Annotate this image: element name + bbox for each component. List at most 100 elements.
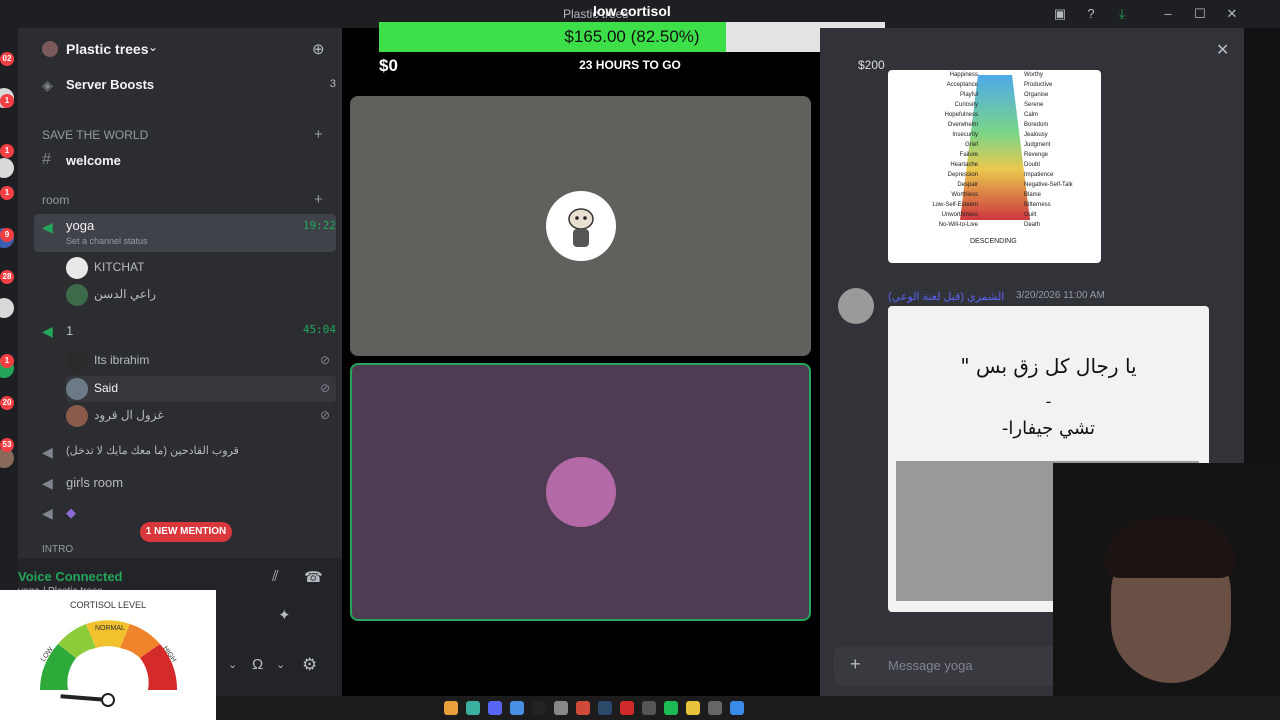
- emotion-word: Calm: [1024, 112, 1039, 118]
- emotion-word: Death: [1024, 222, 1041, 228]
- help-icon[interactable]: ?: [1083, 6, 1099, 22]
- rail-badge: 28: [0, 270, 14, 284]
- emotion-scale-image[interactable]: Happiness Acceptance Playful Curiosity Hopef…: [888, 70, 1101, 263]
- disconnect-icon[interactable]: ☎: [304, 568, 323, 586]
- app-icon[interactable]: [554, 701, 568, 715]
- emotion-word: Depression: [947, 172, 978, 178]
- channel-1[interactable]: ◀ 1 45:04: [34, 318, 336, 344]
- gear-icon[interactable]: ⚙: [302, 655, 317, 675]
- server-icon[interactable]: [0, 298, 14, 318]
- chevron-down-icon: ⌄: [148, 40, 159, 54]
- avatar[interactable]: [838, 288, 874, 324]
- chevron-down-icon[interactable]: ⌄: [276, 658, 285, 671]
- app-icon[interactable]: [642, 701, 656, 715]
- video-tile[interactable]: [350, 96, 811, 356]
- boosts-count: 3: [329, 78, 336, 90]
- chevron-down-icon[interactable]: ⌄: [228, 658, 237, 671]
- channel-arabic[interactable]: ◀ قروب القادحين (ما معك مايك لا تدخل): [34, 439, 336, 465]
- speaker-icon: ◀: [42, 505, 53, 521]
- discord-icon[interactable]: [488, 701, 502, 715]
- voice-user-name: راعي الدسن: [94, 287, 157, 301]
- spotify-icon[interactable]: [664, 701, 678, 715]
- speaker-icon: ◀: [42, 219, 53, 235]
- emotion-word: Impatience: [1024, 172, 1054, 178]
- emotion-word: Despair: [957, 182, 978, 188]
- chrome-icon[interactable]: [444, 701, 458, 715]
- app-icon[interactable]: [576, 701, 590, 715]
- voice-user[interactable]: KITCHAT: [66, 255, 336, 281]
- channel-welcome[interactable]: # welcome: [34, 148, 336, 174]
- headphones-icon[interactable]: Ω: [252, 656, 263, 673]
- message-author[interactable]: الشمري (قبل لعنة الوعي): [888, 290, 1004, 303]
- avatar: [66, 257, 88, 279]
- goal-time-left: 23 HOURS TO GO: [579, 58, 681, 72]
- steam-icon[interactable]: [598, 701, 612, 715]
- emotion-word: Jealousy: [1024, 132, 1048, 138]
- voice-user[interactable]: غزول ال قرود ⊘: [66, 403, 336, 429]
- add-member-icon[interactable]: ⊕: [312, 40, 325, 58]
- webcam-hair: [1105, 518, 1235, 578]
- boost-icon: ◈: [42, 77, 53, 93]
- emotion-word: Productive: [1024, 82, 1053, 88]
- app-icon[interactable]: [510, 701, 524, 715]
- minimize-icon[interactable]: –: [1160, 6, 1176, 22]
- goal-target: $200: [858, 58, 885, 72]
- taskbar: [216, 696, 1280, 720]
- voice-user-name: غزول ال قرود: [94, 408, 164, 422]
- emotion-word: Unworthiness: [941, 212, 978, 218]
- voice-user-name: Its ibrahim: [94, 353, 150, 367]
- windows-icon[interactable]: [730, 701, 744, 715]
- soundboard-icon[interactable]: ✦: [278, 606, 291, 624]
- folder-icon[interactable]: [686, 701, 700, 715]
- search-icon[interactable]: [708, 701, 722, 715]
- channel-label: قروب القادحين (ما معك مايك لا تدخل): [66, 445, 239, 457]
- rail-badge: 9: [0, 228, 14, 242]
- download-icon[interactable]: ⤓: [1114, 6, 1130, 22]
- channel-yoga[interactable]: ◀ yoga 19:22 Set a channel status: [34, 214, 336, 252]
- emotion-word: Curiosity: [954, 102, 978, 108]
- category-intro[interactable]: INTRO: [42, 544, 73, 555]
- emotion-word: Insecurity: [952, 132, 978, 138]
- server-name: Plastic trees: [66, 41, 149, 57]
- channel-status[interactable]: Set a channel status: [66, 236, 148, 246]
- category-save-the-world[interactable]: SAVE THE WORLD: [42, 128, 148, 142]
- close-window-icon[interactable]: ✕: [1224, 6, 1240, 22]
- channel-label: 1: [66, 323, 74, 338]
- hash-icon: #: [42, 151, 51, 168]
- voice-user[interactable]: راعي الدسن: [66, 282, 336, 308]
- app-icon[interactable]: [466, 701, 480, 715]
- emotion-word: Serene: [1024, 102, 1044, 108]
- emotion-words-left: Happiness Acceptance Playful Curiosity Hopef…: [890, 70, 978, 230]
- channel-timer: 45:04: [302, 323, 336, 336]
- add-channel-icon[interactable]: +: [314, 191, 323, 208]
- voice-user[interactable]: Its ibrahim ⊘: [66, 348, 336, 374]
- add-channel-icon[interactable]: +: [314, 126, 323, 143]
- add-attachment-icon[interactable]: +: [850, 654, 861, 675]
- close-icon[interactable]: ✕: [1216, 40, 1229, 60]
- app-icon[interactable]: [620, 701, 634, 715]
- noise-suppression-icon[interactable]: ⫽: [272, 568, 279, 585]
- app-root: Plastic trees ▣ ? ⤓ – ☐ ✕ 02 1 1 1 9 28 …: [0, 0, 1280, 720]
- message-input[interactable]: Message yoga: [888, 658, 973, 673]
- emotion-word: Guilt: [1024, 212, 1037, 218]
- deafened-icon: ⊘: [319, 381, 330, 395]
- avatar: [546, 191, 616, 261]
- emotion-words-right: Worthy Productive Organise Serene Calm Boredo…: [1024, 70, 1100, 230]
- tiktok-icon[interactable]: [532, 701, 546, 715]
- stage-area: $165.00 (82.50%) $0 23 HOURS TO GO: [342, 22, 885, 720]
- rail-badge: 02: [0, 52, 14, 66]
- video-tile-speaking[interactable]: [350, 363, 811, 621]
- maximize-icon[interactable]: ☐: [1192, 6, 1208, 22]
- category-room[interactable]: room: [42, 193, 69, 207]
- rail-badge: 1: [0, 186, 14, 200]
- server-boosts-row[interactable]: ◈ Server Boosts 3: [34, 72, 336, 98]
- goal-current: $0: [379, 56, 398, 75]
- inbox-icon[interactable]: ▣: [1052, 6, 1068, 22]
- emotion-word: Organise: [1024, 92, 1049, 98]
- server-header[interactable]: Plastic trees ⌄ ⊕: [18, 28, 342, 70]
- new-mention-button[interactable]: 1 NEW MENTION: [140, 522, 232, 542]
- channel-girls-room[interactable]: ◀ girls room: [34, 470, 336, 496]
- server-icon[interactable]: [0, 158, 14, 178]
- voice-user[interactable]: Said ⊘: [66, 376, 336, 402]
- voice-connected-label[interactable]: Voice Connected: [18, 569, 123, 584]
